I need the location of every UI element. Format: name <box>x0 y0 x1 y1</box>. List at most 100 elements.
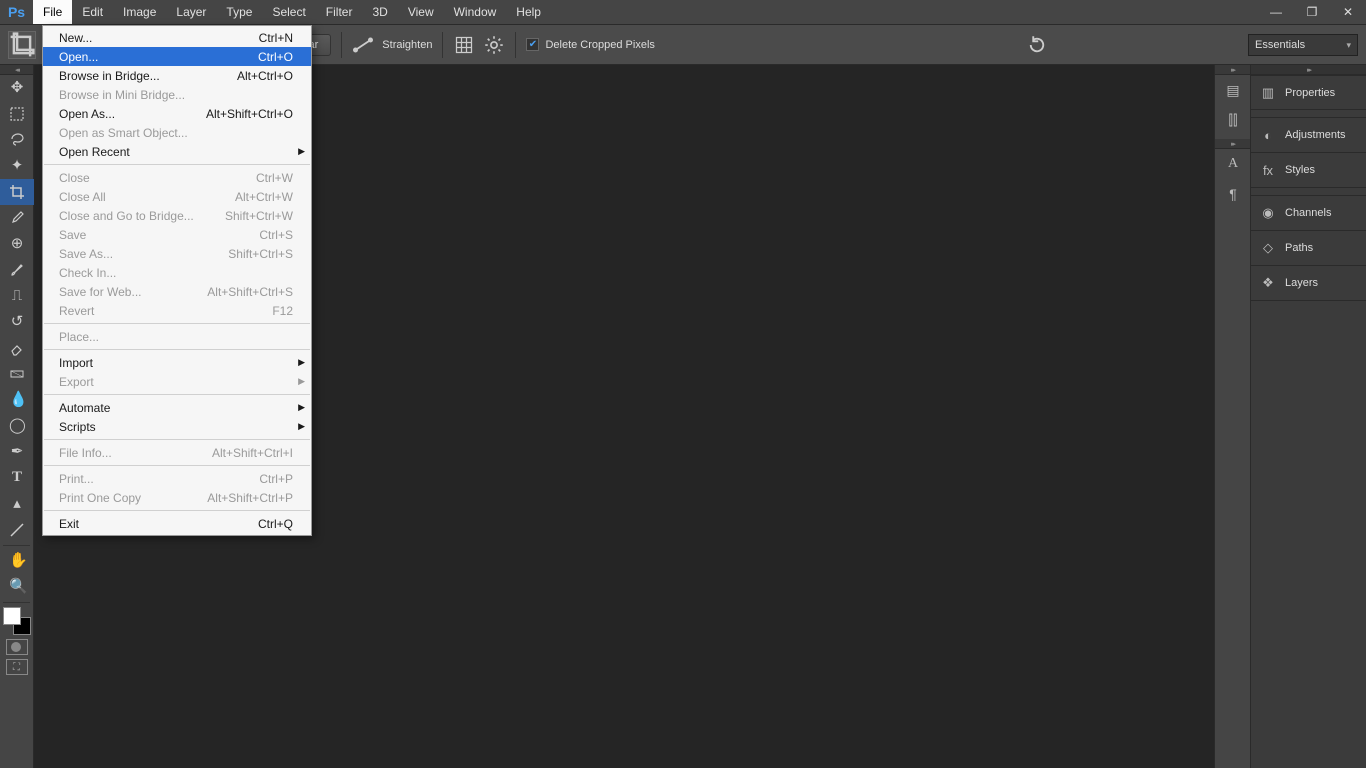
character-panel-icon[interactable]: A <box>1215 149 1251 179</box>
menu-item-import[interactable]: Import▶ <box>43 353 311 372</box>
clone-stamp-tool[interactable]: ⎍ <box>0 283 34 309</box>
foreground-color-swatch[interactable] <box>3 607 21 625</box>
menu-help[interactable]: Help <box>506 0 551 24</box>
styles-panel-tab[interactable]: fx Styles <box>1251 153 1366 188</box>
magic-wand-tool[interactable]: ✦ <box>0 153 34 179</box>
menu-view[interactable]: View <box>398 0 444 24</box>
close-button[interactable]: ✕ <box>1330 0 1366 24</box>
layers-panel-tab[interactable]: ❖ Layers <box>1251 266 1366 301</box>
menu-item-shortcut: Alt+Ctrl+W <box>235 190 293 204</box>
gradient-tool[interactable] <box>0 361 34 387</box>
menu-item-shortcut: Ctrl+P <box>259 472 293 486</box>
line-tool[interactable] <box>0 517 34 543</box>
menu-item-label: Open Recent <box>59 145 293 159</box>
menu-item-label: New... <box>59 31 259 45</box>
straighten-icon[interactable] <box>352 34 374 56</box>
healing-brush-tool[interactable]: ⊕ <box>0 231 34 257</box>
crop-tool[interactable] <box>0 179 34 205</box>
menu-separator <box>44 465 310 466</box>
menu-item-browse-in-bridge[interactable]: Browse in Bridge...Alt+Ctrl+O <box>43 66 311 85</box>
menu-item-shortcut: Ctrl+W <box>256 171 293 185</box>
menu-item-shortcut: Ctrl+S <box>259 228 293 242</box>
menu-item-label: Print One Copy <box>59 491 207 505</box>
menu-item-label: Exit <box>59 517 258 531</box>
dock-expand-handle-2[interactable] <box>1215 139 1250 149</box>
menu-select[interactable]: Select <box>262 0 315 24</box>
zoom-tool[interactable]: 🔍 <box>0 574 34 600</box>
marquee-tool[interactable] <box>0 101 34 127</box>
menu-item-open[interactable]: Open...Ctrl+O <box>43 47 311 66</box>
delete-cropped-checkbox[interactable]: ✔ Delete Cropped Pixels <box>526 38 654 51</box>
paragraph-panel-icon[interactable]: ¶ <box>1215 179 1251 209</box>
menu-item-revert: RevertF12 <box>43 301 311 320</box>
settings-gear-icon[interactable] <box>483 34 505 56</box>
channels-panel-tab[interactable]: ◉ Channels <box>1251 196 1366 231</box>
eyedropper-tool[interactable] <box>0 205 34 231</box>
menu-item-label: Open As... <box>59 107 206 121</box>
menu-separator <box>44 439 310 440</box>
menu-item-label: Scripts <box>59 420 293 434</box>
panels-collapse-handle[interactable] <box>1251 65 1366 75</box>
menu-edit[interactable]: Edit <box>72 0 113 24</box>
menu-item-scripts[interactable]: Scripts▶ <box>43 417 311 436</box>
menu-separator <box>44 349 310 350</box>
brush-presets-panel-icon[interactable]: ⫿⫿ <box>1215 105 1251 135</box>
grid-overlay-icon[interactable] <box>453 34 475 56</box>
hand-tool[interactable]: ✋ <box>0 548 34 574</box>
pen-tool[interactable]: ✒ <box>0 439 34 465</box>
menu-item-shortcut: Ctrl+O <box>258 50 293 64</box>
paths-panel-tab[interactable]: ◇ Paths <box>1251 231 1366 266</box>
panel-label: Channels <box>1285 207 1331 219</box>
quick-mask-toggle[interactable] <box>6 639 28 655</box>
menu-item-save: SaveCtrl+S <box>43 225 311 244</box>
crop-tool-icon[interactable] <box>8 31 36 59</box>
menu-item-label: Open as Smart Object... <box>59 126 293 140</box>
type-tool[interactable]: T <box>0 465 34 491</box>
path-selection-tool[interactable]: ▴ <box>0 491 34 517</box>
color-swatches[interactable] <box>3 607 31 635</box>
menu-separator <box>44 394 310 395</box>
panel-label: Styles <box>1285 164 1315 176</box>
menu-item-shortcut: Ctrl+Q <box>258 517 293 531</box>
eraser-tool[interactable] <box>0 335 34 361</box>
menu-item-label: Export <box>59 375 293 389</box>
file-menu-dropdown: New...Ctrl+NOpen...Ctrl+OBrowse in Bridg… <box>42 25 312 536</box>
menu-item-new[interactable]: New...Ctrl+N <box>43 28 311 47</box>
tools-collapse-handle[interactable] <box>0 65 33 75</box>
checkbox-icon: ✔ <box>526 38 539 51</box>
move-tool[interactable]: ✥ <box>0 75 34 101</box>
separator <box>515 32 516 58</box>
menu-3d[interactable]: 3D <box>362 0 397 24</box>
blur-tool[interactable]: 💧 <box>0 387 34 413</box>
menu-file[interactable]: File <box>33 0 72 24</box>
menu-filter[interactable]: Filter <box>316 0 363 24</box>
history-brush-tool[interactable]: ↺ <box>0 309 34 335</box>
menu-layer[interactable]: Layer <box>166 0 216 24</box>
workspace-selector[interactable]: Essentials <box>1248 34 1358 56</box>
submenu-arrow-icon: ▶ <box>298 357 305 368</box>
menu-item-shortcut: Alt+Ctrl+O <box>237 69 293 83</box>
menu-image[interactable]: Image <box>113 0 166 24</box>
menu-item-close-all: Close AllAlt+Ctrl+W <box>43 187 311 206</box>
dock-expand-handle[interactable] <box>1215 65 1250 75</box>
dodge-tool[interactable]: ◯ <box>0 413 34 439</box>
adjustments-panel-tab[interactable]: ◐ Adjustments <box>1251 118 1366 153</box>
properties-panel-tab[interactable]: ▥ Properties <box>1251 75 1366 110</box>
restore-button[interactable]: ❐ <box>1294 0 1330 24</box>
menu-item-label: File Info... <box>59 446 212 460</box>
menu-item-shortcut: Alt+Shift+Ctrl+P <box>207 491 293 505</box>
menu-separator <box>44 164 310 165</box>
history-panel-icon[interactable]: ▤ <box>1215 75 1251 105</box>
screen-mode-toggle[interactable] <box>6 659 28 675</box>
minimize-button[interactable]: — <box>1258 0 1294 24</box>
menu-type[interactable]: Type <box>216 0 262 24</box>
menu-item-open-recent[interactable]: Open Recent▶ <box>43 142 311 161</box>
brush-tool[interactable] <box>0 257 34 283</box>
menu-window[interactable]: Window <box>444 0 507 24</box>
menu-item-print-one-copy: Print One CopyAlt+Shift+Ctrl+P <box>43 488 311 507</box>
menu-item-exit[interactable]: ExitCtrl+Q <box>43 514 311 533</box>
lasso-tool[interactable] <box>0 127 34 153</box>
menu-item-open-as[interactable]: Open As...Alt+Shift+Ctrl+O <box>43 104 311 123</box>
reset-icon[interactable] <box>1026 34 1048 56</box>
menu-item-automate[interactable]: Automate▶ <box>43 398 311 417</box>
